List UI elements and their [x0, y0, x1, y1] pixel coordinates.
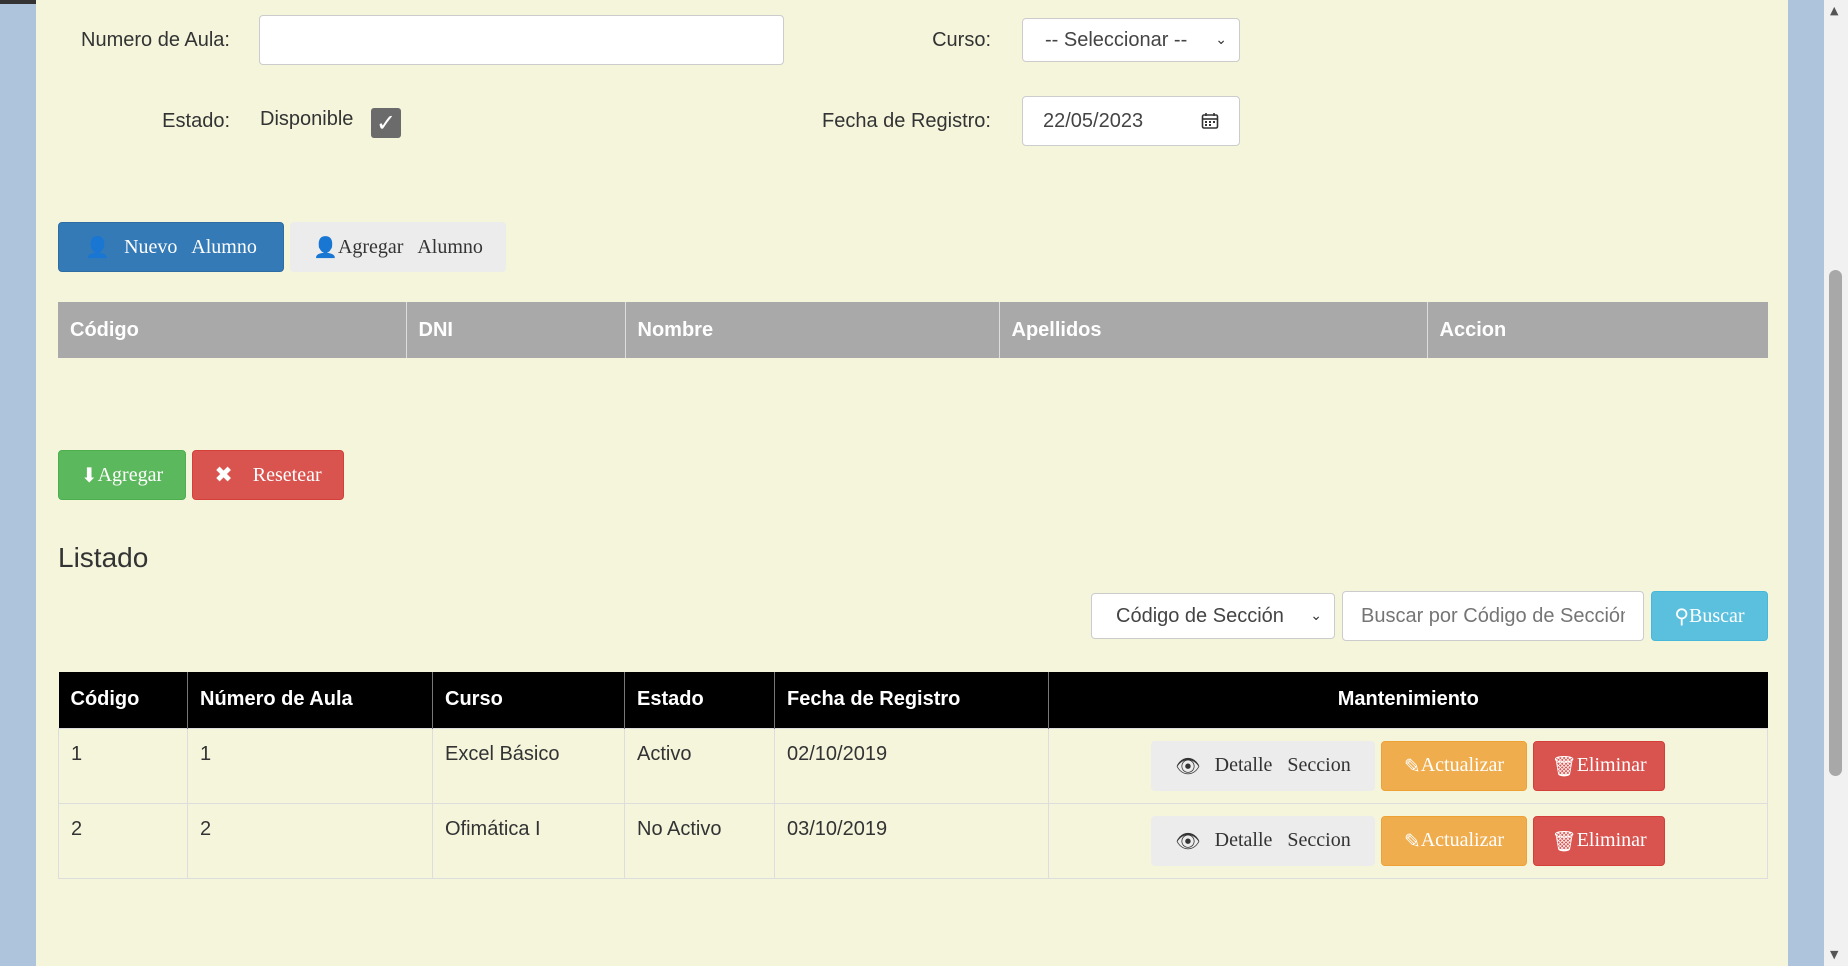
cell-acciones: 👁 Detalle Seccion ✎ Actualizar 🗑 Eliminar	[1048, 802, 1768, 879]
main-page: Numero de Aula: Curso: -- Seleccionar --…	[36, 0, 1788, 966]
cell-aula: 2	[187, 802, 433, 879]
col-nombre: Nombre	[625, 302, 1000, 358]
detalle-label: Detalle Seccion	[1214, 829, 1351, 851]
aula-input[interactable]	[259, 15, 784, 65]
user-icon: 👤	[85, 235, 111, 259]
actualizar-button[interactable]: ✎ Actualizar	[1381, 740, 1527, 791]
curso-selected-value: -- Seleccionar --	[1045, 28, 1188, 51]
detalle-label: Detalle Seccion	[1214, 754, 1351, 776]
eliminar-label: Eliminar	[1576, 829, 1647, 851]
detalle-seccion-button[interactable]: 👁 Detalle Seccion	[1151, 815, 1375, 866]
check-icon: ✓	[375, 109, 397, 137]
cell-aula: 1	[187, 727, 433, 804]
cell-fecha: 02/10/2019	[774, 727, 1049, 804]
cell-acciones: 👁 Detalle Seccion ✎ Actualizar 🗑 Eliminar	[1048, 727, 1768, 804]
cell-curso: Ofimática I	[432, 802, 625, 879]
col-curso: Curso	[432, 672, 625, 728]
nuevo-alumno-button[interactable]: 👤 Nuevo Alumno	[58, 222, 284, 272]
eliminar-button[interactable]: 🗑 Eliminar	[1533, 740, 1665, 791]
estado-checkbox[interactable]: ✓	[371, 108, 401, 138]
trash-icon: 🗑	[1551, 753, 1577, 778]
resetear-button[interactable]: ✖ Resetear	[192, 450, 344, 500]
table-row: 2 2 Ofimática I No Activo 03/10/2019 👁 De…	[58, 802, 1768, 879]
cell-fecha: 03/10/2019	[774, 802, 1049, 879]
fecha-label: Fecha de Registro:	[822, 110, 991, 132]
edit-icon: ✎	[1403, 828, 1421, 853]
col-numero-aula: Número de Aula	[187, 672, 433, 728]
curso-label: Curso:	[932, 29, 991, 51]
agregar-label: Agregar	[97, 463, 164, 486]
nuevo-alumno-label: Nuevo Alumno	[124, 235, 257, 258]
col-apellidos: Apellidos	[999, 302, 1428, 358]
eliminar-label: Eliminar	[1576, 754, 1647, 776]
secciones-table: Código Número de Aula Curso Estado Fecha…	[58, 672, 1768, 879]
eye-icon: 👁	[1175, 753, 1201, 778]
eliminar-button[interactable]: 🗑 Eliminar	[1533, 815, 1665, 866]
right-background	[1788, 0, 1824, 966]
download-icon: ⬇	[80, 463, 98, 487]
col-codigo: Código	[58, 672, 188, 728]
listado-title: Listado	[58, 542, 149, 573]
curso-select[interactable]: -- Seleccionar -- ⌄	[1022, 18, 1240, 62]
alumnos-table: Código DNI Nombre Apellidos Accion	[58, 302, 1768, 358]
col-mantenimiento: Mantenimiento	[1048, 672, 1768, 728]
detalle-seccion-button[interactable]: 👁 Detalle Seccion	[1151, 740, 1375, 791]
estado-text: Disponible	[260, 108, 354, 130]
cell-codigo: 2	[58, 802, 188, 879]
cell-estado: No Activo	[624, 802, 775, 879]
actualizar-label: Actualizar	[1420, 754, 1505, 776]
col-estado: Estado	[624, 672, 775, 728]
search-input[interactable]	[1342, 591, 1644, 641]
actualizar-button[interactable]: ✎ Actualizar	[1381, 815, 1527, 866]
col-accion: Accion	[1427, 302, 1768, 358]
cell-codigo: 1	[58, 727, 188, 804]
user-icon: 👤	[313, 235, 338, 259]
scroll-thumb[interactable]	[1829, 270, 1842, 776]
estado-label: Estado:	[162, 110, 230, 132]
eye-icon: 👁	[1175, 828, 1201, 853]
chevron-down-icon: ⌄	[1310, 608, 1322, 624]
edit-icon: ✎	[1403, 753, 1421, 778]
fecha-value: 22/05/2023	[1043, 109, 1144, 132]
table-header-row: Código Número de Aula Curso Estado Fecha…	[58, 672, 1768, 728]
table-header-row: Código DNI Nombre Apellidos Accion	[58, 302, 1768, 358]
col-fecha-registro: Fecha de Registro	[774, 672, 1049, 728]
aula-label: Numero de Aula:	[81, 29, 230, 51]
actualizar-label: Actualizar	[1420, 829, 1505, 851]
agregar-alumno-button[interactable]: 👤 Agregar Alumno	[290, 222, 506, 272]
fecha-input[interactable]: 22/05/2023	[1022, 96, 1240, 146]
resetear-label: Resetear	[252, 463, 322, 486]
trash-icon: 🗑	[1551, 828, 1577, 853]
calendar-icon[interactable]	[1201, 112, 1219, 130]
cell-curso: Excel Básico	[432, 727, 625, 804]
scroll-up-icon[interactable]: ▲	[1830, 4, 1838, 17]
buscar-button[interactable]: ⚲ Buscar	[1651, 591, 1768, 641]
table-row: 1 1 Excel Básico Activo 02/10/2019 👁 Deta…	[58, 727, 1768, 804]
cell-estado: Activo	[624, 727, 775, 804]
col-codigo: Código	[58, 302, 407, 358]
chevron-down-icon: ⌄	[1215, 32, 1227, 48]
search-icon: ⚲	[1674, 604, 1690, 628]
col-dni: DNI	[406, 302, 626, 358]
vertical-scrollbar[interactable]: ▲ ▼	[1824, 0, 1848, 966]
filter-selected-value: Código de Sección	[1116, 604, 1284, 627]
buscar-label: Buscar	[1689, 604, 1745, 627]
agregar-alumno-label: Agregar Alumno	[337, 235, 483, 258]
close-icon: ✖	[214, 462, 233, 488]
filter-select[interactable]: Código de Sección ⌄	[1091, 593, 1335, 639]
agregar-button[interactable]: ⬇ Agregar	[58, 450, 186, 500]
scroll-down-icon[interactable]: ▼	[1830, 948, 1838, 961]
